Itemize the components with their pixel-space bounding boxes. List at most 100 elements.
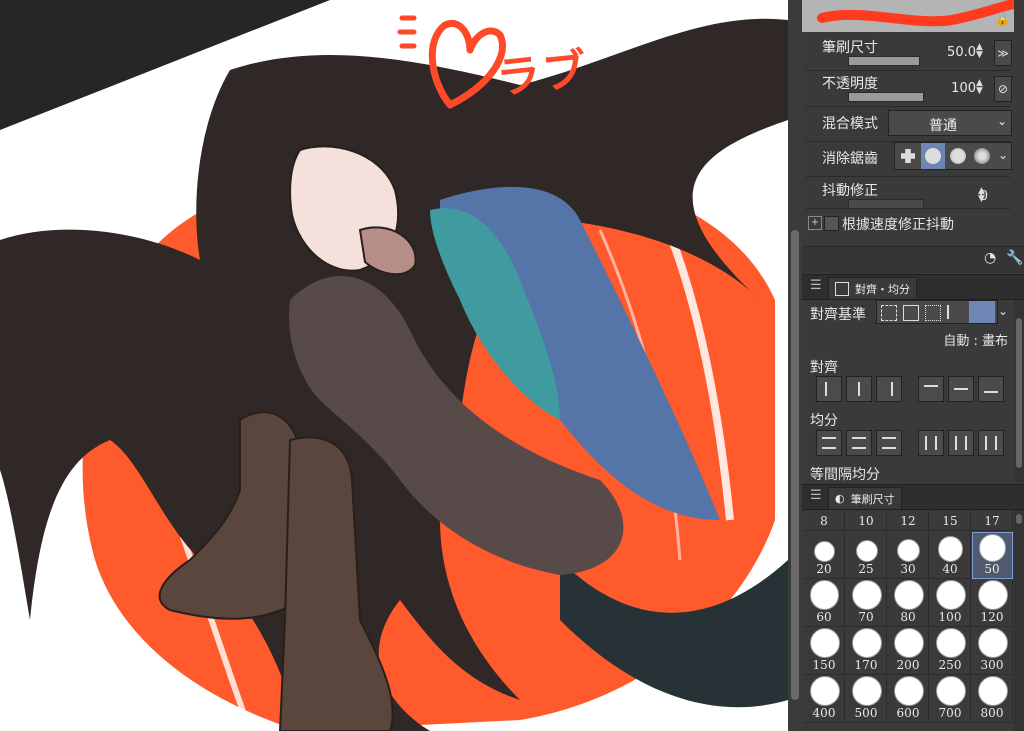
align-panel-scrollbar[interactable] [1014, 300, 1024, 482]
align-label: 對齊 [810, 360, 838, 376]
stabilization-spinner[interactable]: ▲ ▼ [978, 187, 988, 204]
brush-size-cell[interactable]: 100 [930, 580, 971, 627]
brush-size-record-icon[interactable]: ◔ [984, 250, 996, 266]
brush-size-cell[interactable]: 25 [846, 532, 887, 579]
canvas-vertical-scrollbar[interactable] [788, 0, 802, 731]
brush-size-cell[interactable]: 120 [972, 580, 1013, 627]
blend-mode-select[interactable]: 普通 ⌄ [888, 110, 1012, 136]
brush-dot-icon [893, 676, 924, 706]
brush-size-number: 700 [938, 706, 962, 720]
illustration-canvas[interactable] [0, 0, 788, 731]
brush-dot-icon [977, 580, 1008, 610]
brush-size-number: 70 [858, 610, 874, 624]
brush-size-cell[interactable]: 170 [846, 628, 887, 675]
opacity-slider[interactable] [848, 92, 924, 102]
brush-size-cell[interactable]: 30 [888, 532, 929, 579]
align-auto-canvas-text: 自動 : 畫布 [943, 334, 1008, 349]
align-basis-canvas-icon[interactable] [903, 305, 919, 321]
brush-dot-icon [814, 541, 835, 562]
brush-size-number: 8 [820, 514, 828, 528]
brush-size-cell[interactable]: 20 [804, 532, 845, 579]
brush-size-cell[interactable]: 15 [930, 510, 971, 531]
distribute-center-v-icon[interactable] [846, 430, 872, 456]
speed-correction-checkbox[interactable] [824, 216, 839, 231]
lock-icon[interactable]: 🔒 [995, 12, 1010, 26]
brush-size-number: 17 [984, 514, 1000, 528]
align-basis-key-icon[interactable] [947, 305, 963, 319]
brush-size-cell[interactable]: 300 [972, 628, 1013, 675]
brush-size-cell[interactable]: 17 [972, 510, 1013, 531]
distribute-right-icon[interactable] [978, 430, 1004, 456]
antialias-label: 消除鋸齒 [822, 151, 878, 167]
brush-dot-icon [809, 628, 840, 658]
brush-size-cell[interactable]: 40 [930, 532, 971, 579]
brush-dot-icon [851, 628, 882, 658]
antialias-medium-option[interactable] [947, 145, 969, 167]
scrollbar-thumb[interactable] [791, 230, 799, 700]
panel-menu-icon[interactable]: ☰ [810, 278, 822, 293]
align-top-icon[interactable] [918, 376, 944, 402]
distribute-top-icon[interactable] [816, 430, 842, 456]
chevron-down-icon[interactable]: ⌄ [998, 148, 1008, 162]
antialias-none-option[interactable] [897, 145, 919, 167]
brush-size-number: 400 [812, 706, 836, 720]
tab-align-distribute[interactable]: 對齊・均分 [828, 277, 917, 299]
brush-dot-icon [935, 628, 966, 658]
brush-size-number: 80 [900, 610, 916, 624]
pressure-off-icon[interactable]: ⊘ [994, 76, 1012, 102]
align-basis-layer-icon[interactable] [925, 305, 941, 321]
panel-menu-icon[interactable]: ☰ [810, 488, 822, 503]
brush-dot-icon [851, 580, 882, 610]
brush-dot-icon [809, 580, 840, 610]
distribute-bottom-icon[interactable] [876, 430, 902, 456]
tab-brush-size[interactable]: ◐ 筆刷尺寸 [828, 487, 902, 509]
align-basis-auto-icon[interactable] [969, 301, 995, 323]
brush-size-slider[interactable] [848, 56, 920, 66]
brush-size-panel-scrollbar[interactable] [1014, 510, 1024, 731]
brush-size-cell[interactable]: 8 [804, 510, 845, 531]
align-right-icon[interactable] [876, 376, 902, 402]
brush-size-cell[interactable]: 500 [846, 676, 887, 723]
antialias-strong-option[interactable] [971, 145, 993, 167]
speed-correction-label: 根據速度修正抖動 [842, 217, 954, 233]
brush-dot-icon [978, 534, 1007, 562]
brush-size-cell[interactable]: 150 [804, 628, 845, 675]
align-basis-selection-icon[interactable] [881, 305, 897, 321]
expand-icon[interactable]: + [808, 216, 822, 230]
align-center-v-icon[interactable] [948, 376, 974, 402]
align-bottom-icon[interactable] [978, 376, 1004, 402]
brush-preview: 🔒 [802, 0, 1014, 32]
opacity-spinner[interactable]: ▲ ▼ [976, 79, 986, 96]
canvas-area[interactable]: ラブ [0, 0, 788, 731]
brush-size-cell[interactable]: 200 [888, 628, 929, 675]
brush-size-value[interactable]: 50.0 [947, 45, 976, 60]
brush-size-number: 250 [938, 658, 962, 672]
align-basis-label: 對齊基準 [810, 307, 866, 323]
pressure-icon[interactable]: ≫ [994, 40, 1012, 66]
distribute-left-icon[interactable] [918, 430, 944, 456]
brush-size-cell[interactable]: 60 [804, 580, 845, 627]
brush-size-number: 200 [896, 658, 920, 672]
wrench-icon[interactable]: 🔧 [1006, 250, 1023, 266]
brush-size-cell[interactable]: 700 [930, 676, 971, 723]
distribute-center-h-icon[interactable] [948, 430, 974, 456]
brush-size-panel-tabbar: ☰ ◐ 筆刷尺寸 [802, 484, 1024, 510]
brush-size-cell[interactable]: 600 [888, 676, 929, 723]
brush-size-cell[interactable]: 250 [930, 628, 971, 675]
brush-size-cell[interactable]: 70 [846, 580, 887, 627]
align-center-h-icon[interactable] [846, 376, 872, 402]
brush-size-cell[interactable]: 800 [972, 676, 1013, 723]
opacity-value[interactable]: 100 [951, 81, 976, 96]
brush-size-cell[interactable]: 50 [972, 532, 1013, 579]
brush-size-panel-icon: ◐ [835, 492, 845, 505]
align-basis-dropdown-icon[interactable]: ⌄ [998, 300, 1012, 324]
brush-dot-icon [935, 676, 966, 706]
brush-size-cell[interactable]: 400 [804, 676, 845, 723]
antialias-weak-option[interactable] [921, 143, 945, 169]
brush-dot-icon [896, 538, 921, 562]
brush-size-cell[interactable]: 80 [888, 580, 929, 627]
align-left-icon[interactable] [816, 376, 842, 402]
brush-size-cell[interactable]: 12 [888, 510, 929, 531]
brush-size-spinner[interactable]: ▲ ▼ [976, 43, 986, 60]
brush-size-cell[interactable]: 10 [846, 510, 887, 531]
